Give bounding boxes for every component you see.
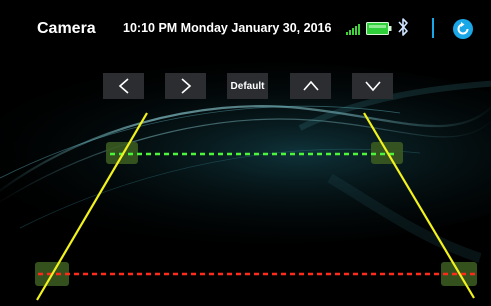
camera-screen: Camera 10:10 PM Monday January 30, 2016	[0, 0, 491, 306]
status-bar: Camera 10:10 PM Monday January 30, 2016	[0, 0, 491, 58]
chevron-down-icon	[364, 81, 381, 92]
bluetooth-icon	[398, 18, 408, 36]
chevron-left-icon	[118, 78, 129, 94]
back-icon[interactable]	[452, 18, 474, 40]
battery-icon	[366, 22, 392, 35]
app-title: Camera	[37, 20, 96, 37]
up-button[interactable]	[290, 73, 331, 99]
datetime-label: 10:10 PM Monday January 30, 2016	[123, 21, 332, 35]
left-side-line	[36, 112, 148, 301]
chevron-right-icon	[180, 78, 191, 94]
default-button[interactable]: Default	[227, 73, 268, 99]
default-button-label: Default	[230, 80, 265, 92]
down-button[interactable]	[352, 73, 393, 99]
left-button[interactable]	[103, 73, 144, 99]
status-divider	[432, 18, 434, 38]
right-side-line	[363, 112, 475, 299]
right-button[interactable]	[165, 73, 206, 99]
signal-icon	[346, 24, 360, 35]
chevron-up-icon	[302, 80, 319, 91]
